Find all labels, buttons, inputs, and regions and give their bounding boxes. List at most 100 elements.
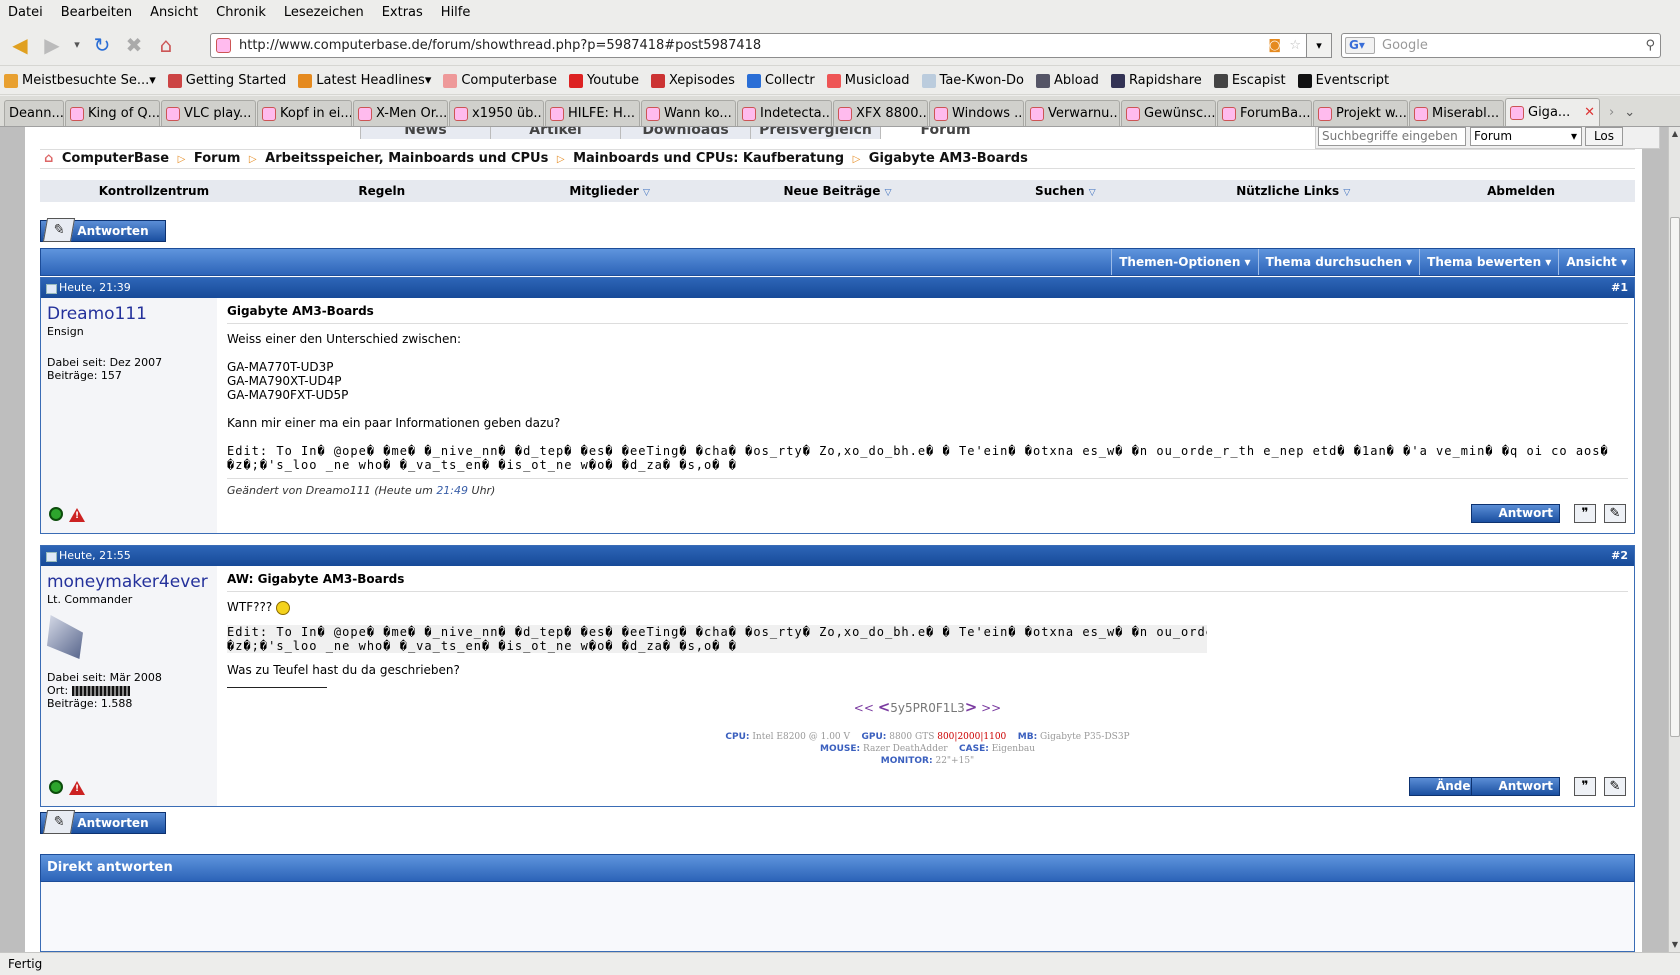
- tab[interactable]: King of Q...: [65, 100, 160, 126]
- bookmark-item[interactable]: Xepisodes: [650, 73, 735, 88]
- tab[interactable]: HILFE: H...: [545, 100, 640, 126]
- tab[interactable]: XFX 8800...: [833, 100, 928, 126]
- home-icon[interactable]: ⌂: [152, 31, 180, 59]
- breadcrumb-item[interactable]: Forum: [194, 151, 241, 166]
- nav-nuetzliche-links[interactable]: Nützliche Links ▽: [1179, 180, 1407, 202]
- scrollbar-thumb[interactable]: [1670, 217, 1680, 737]
- menu-hilfe[interactable]: Hilfe: [441, 5, 471, 20]
- close-tab-icon[interactable]: ✕: [1584, 105, 1595, 120]
- forward-arrow-icon[interactable]: ▶: [38, 31, 66, 59]
- menu-datei[interactable]: Datei: [8, 5, 43, 20]
- vertical-scrollbar[interactable]: ▲ ▼: [1668, 127, 1680, 952]
- breadcrumb-item[interactable]: Mainboards und CPUs: Kaufberatung: [573, 151, 844, 166]
- stop-icon[interactable]: ✖: [120, 31, 148, 59]
- post-number-link[interactable]: #1: [1611, 278, 1628, 298]
- address-bar[interactable]: http://www.computerbase.de/forum/showthr…: [210, 33, 1308, 58]
- quote-icon[interactable]: ❞: [1574, 504, 1596, 523]
- bookmark-item[interactable]: Eventscript: [1297, 73, 1389, 88]
- bookmark-item[interactable]: Latest Headlines ▾: [298, 73, 431, 88]
- nav-forum[interactable]: Forum: [880, 127, 1010, 139]
- quote-icon[interactable]: ❞: [1574, 777, 1596, 796]
- bookmark-star-icon[interactable]: ☆: [1289, 34, 1301, 57]
- breadcrumb-separator-icon: ▷: [177, 154, 186, 165]
- site-search-scope-select[interactable]: Forum: [1470, 127, 1582, 146]
- nav-regeln[interactable]: Regeln: [268, 180, 496, 202]
- thread-view-menu[interactable]: Ansicht ▾: [1558, 249, 1634, 275]
- menu-extras[interactable]: Extras: [382, 5, 423, 20]
- tab[interactable]: ForumBa...: [1217, 100, 1312, 126]
- nav-suchen[interactable]: Suchen ▽: [951, 180, 1179, 202]
- tab[interactable]: X-Men Or...: [353, 100, 448, 126]
- report-post-icon[interactable]: [69, 508, 85, 522]
- history-dropdown-icon[interactable]: ▾: [70, 31, 84, 59]
- bookmark-item[interactable]: Rapidshare: [1110, 73, 1202, 88]
- search-icon[interactable]: ⚲: [1645, 34, 1655, 57]
- bookmark-item[interactable]: Escapist: [1213, 73, 1286, 88]
- multi-quote-icon[interactable]: ✎: [1604, 504, 1626, 523]
- scroll-up-icon[interactable]: ▲: [1669, 127, 1680, 141]
- google-search-field[interactable]: G▾ Google ⚲: [1341, 33, 1661, 58]
- bookmark-item[interactable]: Musicload: [826, 73, 910, 88]
- tab[interactable]: Miserabl...: [1409, 100, 1504, 126]
- bookmark-item[interactable]: Collectr: [746, 73, 815, 88]
- signature-title[interactable]: << <5y5PR0F1L3> >>: [227, 699, 1628, 715]
- tab[interactable]: Indetecta...: [737, 100, 832, 126]
- multi-quote-icon[interactable]: ✎: [1604, 777, 1626, 796]
- nav-preisvergleich[interactable]: Preisvergleich: [750, 127, 880, 139]
- menu-lesezeichen[interactable]: Lesezeichen: [284, 5, 364, 20]
- nav-news[interactable]: News: [360, 127, 490, 139]
- tab[interactable]: VLC play...: [161, 100, 256, 126]
- tab[interactable]: Wann ko...: [641, 100, 736, 126]
- search-engine-icon[interactable]: G▾: [1345, 37, 1375, 54]
- tab[interactable]: Gewünsc...: [1121, 100, 1216, 126]
- rss-icon[interactable]: ◙: [1268, 34, 1281, 57]
- tab[interactable]: Kopf in ei...: [257, 100, 352, 126]
- nav-abmelden[interactable]: Abmelden: [1407, 180, 1635, 202]
- bookmark-item[interactable]: Getting Started: [167, 73, 286, 88]
- username-link[interactable]: Dreamo111: [47, 304, 211, 324]
- nav-mitglieder[interactable]: Mitglieder ▽: [496, 180, 724, 202]
- menu-bearbeiten[interactable]: Bearbeiten: [61, 5, 132, 20]
- bookmark-item[interactable]: Youtube: [568, 73, 639, 88]
- menu-chronik[interactable]: Chronik: [216, 5, 266, 20]
- tab[interactable]: Windows ...: [929, 100, 1024, 126]
- tab-scroll-right-icon[interactable]: ›: [1609, 105, 1614, 120]
- reply-button-top[interactable]: ✎ Antworten: [40, 218, 166, 242]
- reply-button-bottom[interactable]: ✎ Antworten: [40, 810, 166, 834]
- username-link[interactable]: moneymaker4ever: [47, 572, 211, 592]
- home-icon[interactable]: ⌂: [44, 151, 53, 166]
- tab[interactable]: x1950 üb...: [449, 100, 544, 126]
- site-search-input[interactable]: Suchbegriffe eingeben: [1318, 127, 1466, 146]
- tab-active[interactable]: Giga... ✕: [1505, 98, 1600, 126]
- address-dropdown-button[interactable]: ▾: [1306, 33, 1332, 58]
- scroll-down-icon[interactable]: ▼: [1669, 938, 1680, 952]
- breadcrumb-item[interactable]: Arbeitsspeicher, Mainboards und CPUs: [265, 151, 548, 166]
- bookmark-item[interactable]: Abload: [1036, 73, 1099, 88]
- nav-downloads[interactable]: Downloads: [620, 127, 750, 139]
- bookmark-item[interactable]: Computerbase: [443, 73, 557, 88]
- reply-post-button[interactable]: Antwort: [1471, 777, 1560, 796]
- site-search-button[interactable]: Los: [1585, 127, 1623, 146]
- thread-options-menu[interactable]: Themen-Optionen ▾: [1111, 249, 1257, 275]
- bookmark-label: Meistbesuchte Se...: [22, 73, 150, 88]
- breadcrumb-current[interactable]: Gigabyte AM3-Boards: [869, 151, 1028, 166]
- thread-search-menu[interactable]: Thema durchsuchen ▾: [1257, 249, 1420, 275]
- tab-list-icon[interactable]: ⌄: [1624, 105, 1635, 120]
- bookmark-item[interactable]: Tae-Kwon-Do: [921, 73, 1024, 88]
- tab[interactable]: Projekt w...: [1313, 100, 1408, 126]
- nav-neue-beitraege[interactable]: Neue Beiträge ▽: [724, 180, 952, 202]
- bookmark-item[interactable]: Meistbesuchte Se... ▾: [4, 73, 156, 88]
- reply-post-button[interactable]: Antwort: [1471, 504, 1560, 523]
- post-number-link[interactable]: #2: [1611, 546, 1628, 566]
- tab[interactable]: Verwarnu...: [1025, 100, 1120, 126]
- menu-ansicht[interactable]: Ansicht: [150, 5, 198, 20]
- dropdown-triangle-icon: ▽: [642, 188, 650, 198]
- nav-artikel[interactable]: Artikel: [490, 127, 620, 139]
- breadcrumb-item[interactable]: ComputerBase: [62, 151, 169, 166]
- tab[interactable]: Deann...: [4, 100, 64, 126]
- back-arrow-icon[interactable]: ◀: [6, 31, 34, 59]
- reload-icon[interactable]: ↻: [88, 31, 116, 59]
- report-post-icon[interactable]: [69, 781, 85, 795]
- thread-rate-menu[interactable]: Thema bewerten ▾: [1419, 249, 1558, 275]
- nav-kontrollzentrum[interactable]: Kontrollzentrum: [40, 180, 268, 202]
